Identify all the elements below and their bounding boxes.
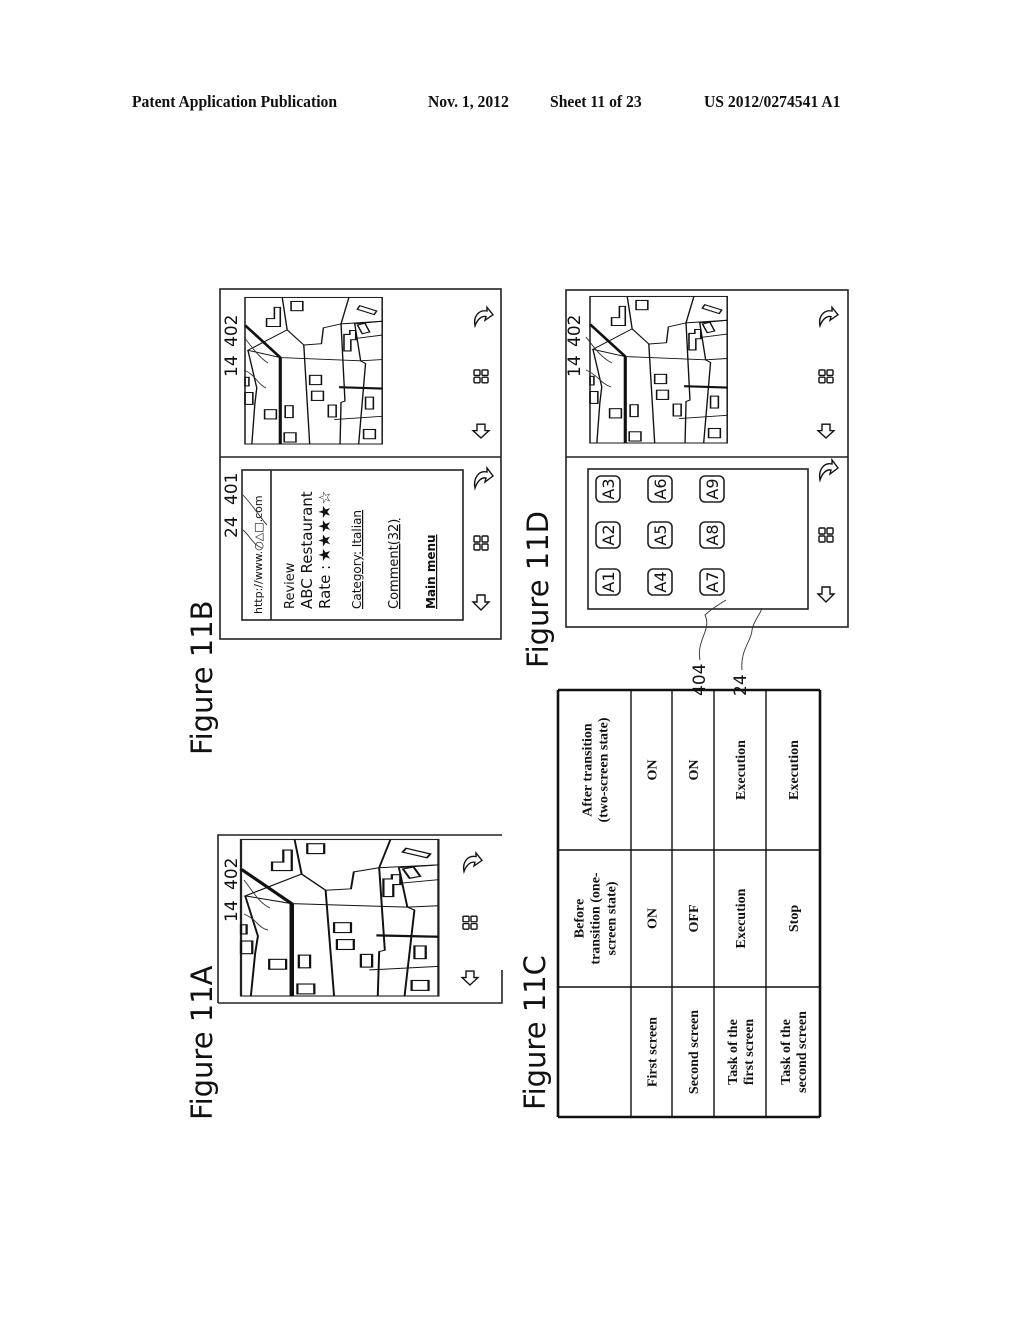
app-icon-a6[interactable]: A6 (647, 475, 673, 503)
figure-11c: Figure 11C Beforetransition (one-screen … (518, 688, 822, 1119)
map-screen (588, 294, 729, 445)
table-cell-after: ON (687, 760, 702, 781)
table-row-label: Second screen (687, 1010, 702, 1094)
app-icon-a7[interactable]: A7 (699, 568, 725, 596)
category-link[interactable]: Category: Italian (350, 510, 364, 609)
app-icon-label: A4 (651, 571, 670, 592)
table-cell-before: Execution (734, 888, 749, 948)
restaurant-name: ABC Restaurant (298, 491, 316, 609)
table-cell-before: OFF (687, 905, 702, 933)
figure-11a-title: Figure 11A (185, 965, 219, 1120)
figure-11d-title: Figure 11D (521, 511, 555, 668)
leader-line (741, 607, 763, 671)
app-icon-label: A9 (703, 478, 722, 499)
rate-label: Rate : (316, 565, 334, 609)
figure-11b: Figure 11B http://www.○△□.com Review ABC… (185, 288, 502, 755)
app-icon-a8[interactable]: A8 (699, 521, 725, 549)
rating-stars: ★★★★☆ (315, 490, 334, 562)
table-cell-after: ON (646, 760, 661, 781)
review-heading: Review (283, 562, 298, 609)
app-menu-screen (587, 468, 809, 610)
app-icon-label: A6 (651, 478, 670, 499)
app-icon-label: A8 (703, 524, 722, 545)
ref-label-24: 24 (731, 674, 751, 696)
table-header-after: After transition(two-screen state) (581, 717, 612, 822)
ref-label-24: 24 (222, 516, 242, 538)
nav-bar (472, 467, 494, 611)
rotated-page: Figure 11A 14 402 Figure 11B http://www.… (185, 288, 849, 1120)
ref-label-14: 14 (222, 355, 242, 377)
comment-link[interactable]: Comment(32) (387, 519, 402, 609)
ref-label-14: 14 (222, 900, 242, 922)
ref-label-402: 402 (565, 315, 585, 347)
table-cell-before: Stop (787, 905, 802, 932)
figure-11a: Figure 11A 14 402 (185, 834, 503, 1120)
app-icon-a3[interactable]: A3 (595, 475, 621, 503)
patent-drawing: Figure 11A 14 402 Figure 11B http://www.… (185, 288, 849, 1120)
table-cell-after: Execution (787, 740, 802, 800)
ref-label-404: 404 (690, 664, 710, 696)
main-menu-link[interactable]: Main menu (424, 534, 438, 609)
nav-bar (817, 459, 839, 603)
figure-11d: Figure 11D A1 A2 A3 A4 A5 A6 A7 A8 A9 14 402 404… (521, 289, 849, 696)
nav-bar (472, 306, 494, 439)
table-header-before: Beforetransition (one-screen state) (573, 872, 620, 965)
state-table: Beforetransition (one-screen state) After… (556, 688, 822, 1119)
browser-screen: http://www.○△□.com Review ABC Restaurant… (241, 469, 464, 621)
app-icon-grid: A1 A2 A3 A4 A5 A6 A7 A8 A9 (595, 475, 725, 596)
table-row-label: First screen (646, 1017, 661, 1087)
app-icon-a1[interactable]: A1 (595, 568, 621, 596)
device-frame (217, 834, 503, 1004)
app-icon-a5[interactable]: A5 (647, 521, 673, 549)
map-screen (243, 295, 384, 446)
app-icon-label: A1 (599, 571, 618, 592)
table-cell-after: Execution (734, 740, 749, 800)
table-cell-before: ON (646, 908, 661, 929)
figure-11c-title: Figure 11C (518, 955, 552, 1110)
nav-bar (461, 852, 483, 986)
nav-bar (817, 306, 839, 439)
ref-label-402: 402 (222, 858, 242, 890)
ref-label-402: 402 (222, 315, 242, 347)
app-icon-a9[interactable]: A9 (699, 475, 725, 503)
app-icon-label: A7 (703, 571, 722, 592)
table-row-label: Task of thefirst screen (726, 1019, 757, 1085)
ref-label-14: 14 (565, 355, 585, 377)
app-icon-label: A2 (599, 524, 618, 545)
app-icon-label: A5 (651, 524, 670, 545)
app-icon-a4[interactable]: A4 (647, 568, 673, 596)
map-screen (241, 839, 438, 996)
figure-11b-title: Figure 11B (185, 600, 219, 755)
table-row-label: Task of thesecond screen (779, 1011, 810, 1093)
url-bar[interactable]: http://www.○△□.com (252, 495, 265, 614)
app-icon-label: A3 (599, 478, 618, 499)
app-icon-a2[interactable]: A2 (595, 521, 621, 549)
ref-label-401: 401 (222, 473, 242, 505)
